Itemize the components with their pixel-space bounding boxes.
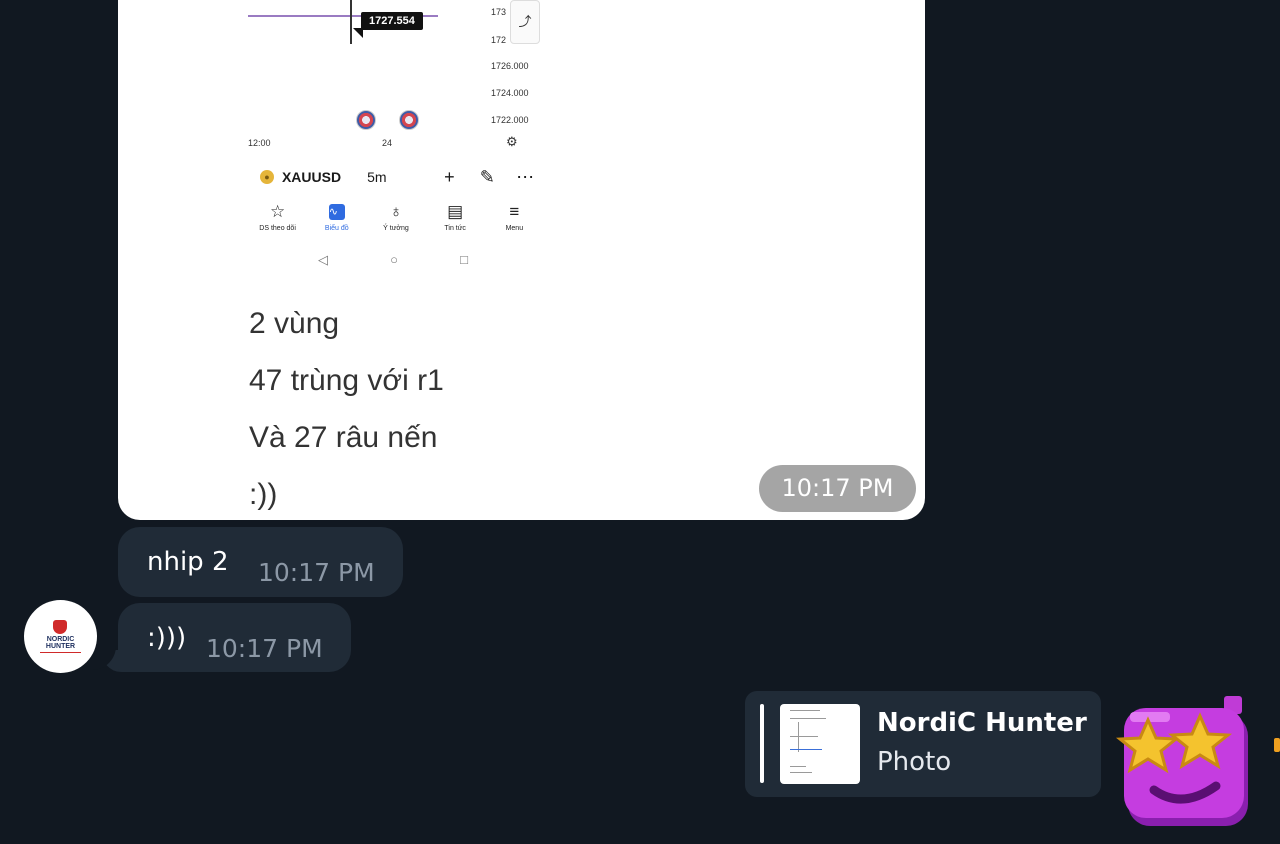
- logo-mark-icon: [53, 620, 67, 634]
- avatar-logo-line: NORDIC: [46, 636, 75, 643]
- gear-icon: ⚙: [506, 134, 518, 149]
- price-axis-label: 1724.000: [491, 88, 529, 98]
- price-axis-label: 172: [491, 35, 507, 45]
- thumb-line: [790, 772, 812, 773]
- message-timestamp: 10:17 PM: [206, 634, 323, 663]
- thumb-line: [790, 736, 818, 737]
- sender-avatar[interactable]: NORDIC HUNTER: [24, 600, 97, 673]
- avatar-logo-text: NORDIC HUNTER: [24, 636, 97, 650]
- timeframe-label: 5m: [367, 169, 387, 185]
- nav-item-ideas: ♁ Ý tưởng: [367, 202, 425, 242]
- gold-coin-icon: ●: [260, 170, 274, 184]
- app-bottom-nav: ☆ DS theo dõi ∿ Biểu đồ ♁ Ý tưởng ▤ Tin …: [248, 202, 544, 242]
- message-bubble[interactable]: :))) 10:17 PM: [118, 603, 351, 672]
- message-timestamp: 10:17 PM: [258, 558, 375, 587]
- nav-label: Menu: [505, 225, 524, 232]
- plus-icon: +: [444, 166, 455, 187]
- message-text: nhip 2: [147, 547, 229, 577]
- menu-icon: ≡: [509, 202, 520, 221]
- nav-item-watchlist: ☆ DS theo dõi: [249, 202, 307, 242]
- thumb-line: [790, 749, 822, 750]
- reply-media-type: Photo: [877, 747, 952, 777]
- lightbulb-icon: ♁: [389, 202, 403, 221]
- crosshair-line: [350, 0, 352, 44]
- star-icon: ☆: [269, 202, 286, 221]
- nav-label: Tin tức: [444, 225, 466, 232]
- message-text: :))): [147, 623, 187, 653]
- thumb-line: [798, 722, 799, 752]
- avatar-logo-line: HUNTER: [45, 643, 76, 650]
- pen-icon: ✎: [479, 166, 495, 187]
- drawing-tool-icon: ⤴: [510, 0, 540, 44]
- chart-area: 1727.554 173 172 1726.000 1724.000 1722.…: [248, 0, 544, 149]
- sticker-highlight: [1130, 712, 1170, 722]
- nav-item-news: ▤ Tin tức: [426, 202, 484, 242]
- us-flag-icon: [399, 110, 419, 130]
- nav-label: Ý tưởng: [383, 225, 409, 232]
- android-nav-bar: ◁ ○ □: [318, 252, 468, 268]
- sticker-fragment: [1274, 738, 1280, 752]
- nav-label: Biểu đồ: [324, 225, 349, 232]
- chart-icon: ∿: [328, 204, 345, 220]
- symbol-toolbar: ● XAUUSD 5m + ✎ ⋯: [248, 160, 544, 194]
- us-flag-icon: [356, 110, 376, 130]
- photo-caption: 2 vùng 47 trùng với r1 Và 27 râu nến :)): [249, 295, 444, 520]
- thumb-line: [790, 710, 820, 711]
- reply-sender-name: NordiC Hunter: [877, 708, 1087, 738]
- message-timestamp: 10:17 PM: [759, 465, 916, 512]
- caption-line: 2 vùng: [249, 307, 340, 340]
- symbol-label: XAUUSD: [281, 169, 342, 185]
- reply-accent-bar: [760, 704, 764, 783]
- caption-line: Và 27 râu nến: [249, 421, 438, 454]
- reply-preview[interactable]: NordiC Hunter Photo: [745, 691, 1101, 797]
- back-icon: ◁: [318, 252, 328, 267]
- time-axis-label: 24: [382, 138, 393, 148]
- crosshair-price-tag: 1727.554: [353, 12, 423, 38]
- star-eyes-sticker[interactable]: [1112, 694, 1262, 834]
- price-axis-label: 1726.000: [491, 61, 529, 71]
- price-axis-label: 1722.000: [491, 115, 529, 125]
- avatar-divider: [40, 652, 81, 653]
- message-bubble[interactable]: nhip 2 10:17 PM: [118, 527, 403, 597]
- nav-item-menu: ≡ Menu: [485, 202, 543, 242]
- more-icon: ⋯: [516, 166, 535, 187]
- photo-message[interactable]: 1727.554 173 172 1726.000 1724.000 1722.…: [118, 0, 925, 520]
- chart-screenshot[interactable]: 1727.554 173 172 1726.000 1724.000 1722.…: [248, 0, 544, 270]
- home-icon: ○: [390, 252, 398, 267]
- caption-line: 47 trùng với r1: [249, 364, 444, 397]
- thumb-line: [790, 718, 826, 719]
- price-axis-label: 173: [491, 7, 507, 17]
- time-axis-label: 12:00: [248, 138, 271, 148]
- recents-icon: □: [460, 252, 468, 267]
- news-icon: ▤: [447, 202, 464, 221]
- nav-label: DS theo dõi: [259, 225, 296, 232]
- nav-item-chart: ∿ Biểu đồ: [308, 202, 366, 242]
- caption-line: :)): [249, 478, 278, 511]
- thumb-line: [790, 766, 806, 767]
- reply-photo-thumbnail: [780, 704, 860, 784]
